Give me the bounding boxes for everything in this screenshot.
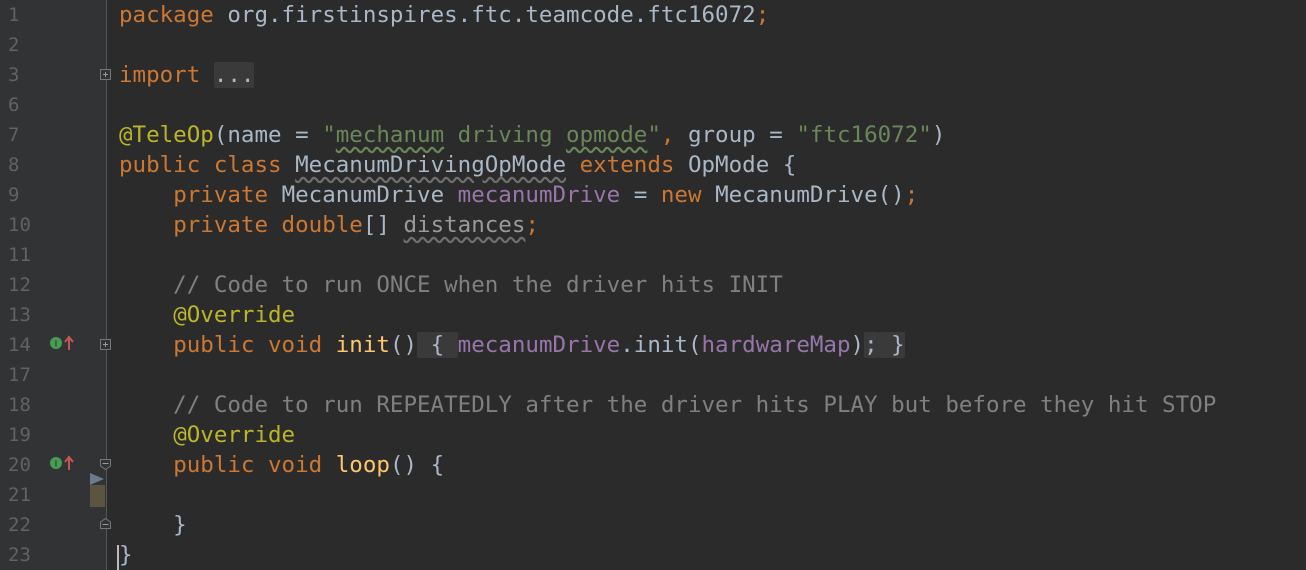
class-name: MecanumDrivingOpMode: [295, 152, 567, 178]
line-number: 14: [8, 334, 31, 356]
code-text: group =: [674, 122, 797, 148]
fold-toggle-icon[interactable]: [100, 518, 111, 529]
svg-text:I: I: [55, 340, 58, 350]
string: ": [647, 122, 661, 148]
line-number: 8: [8, 154, 20, 176]
annotation: @TeleOp: [119, 122, 214, 148]
closing-brace: }: [119, 542, 133, 568]
line-number: 3: [8, 64, 20, 86]
semicolon: ;: [864, 332, 878, 358]
keyword: new: [660, 182, 716, 208]
code-text: (name =: [213, 122, 323, 148]
line-number: 13: [8, 304, 31, 326]
code-line: private MecanumDrive mecanumDrive = new …: [119, 180, 918, 210]
type-name: MecanumDrive: [281, 182, 458, 208]
keyword: extends: [566, 152, 688, 178]
string-typo: opmode: [566, 122, 648, 148]
line-number: 6: [8, 94, 20, 116]
line-number: 20: [8, 454, 31, 476]
code-editor[interactable]: 1 2 3 6 7 8 9 10 11 12 13 14 17 18 19 20…: [0, 0, 1306, 570]
string: "ftc16072": [796, 122, 932, 148]
string: driving: [444, 122, 567, 148]
field-name: hardwareMap: [701, 332, 851, 358]
annotation: @Override: [173, 422, 296, 448]
keyword: import: [119, 62, 201, 88]
keyword: private: [173, 182, 282, 208]
folded-brace[interactable]: {: [417, 332, 458, 358]
svg-text:I: I: [55, 460, 58, 470]
editor-gutter[interactable]: 1 2 3 6 7 8 9 10 11 12 13 14 17 18 19 20…: [0, 0, 111, 570]
code-text: []: [362, 212, 404, 238]
line-number: 12: [8, 274, 31, 296]
string: ": [322, 122, 336, 148]
keyword: package: [119, 2, 214, 28]
line-number: 22: [8, 514, 31, 536]
comment: // Code to run REPEATEDLY after the driv…: [119, 392, 1217, 418]
text-caret: [117, 545, 119, 570]
unused-field: distances: [403, 212, 526, 238]
code-text: OpMode {: [687, 152, 797, 178]
field-name: mecanumDrive: [457, 332, 621, 358]
code-text: ): [850, 332, 865, 358]
code-line: public void loop() {: [119, 450, 444, 480]
keyword: public class: [119, 152, 296, 178]
line-number: 2: [8, 34, 20, 56]
keyword: public void: [173, 452, 336, 478]
package-name: org.firstinspires.ftc.teamcode.ftc16072: [213, 2, 756, 28]
line-number: 7: [8, 124, 20, 146]
code-line: @Override: [119, 300, 295, 330]
fold-toggle-icon[interactable]: [100, 339, 111, 350]
comment: // Code to run ONCE when the driver hits…: [119, 272, 783, 298]
line-number: 17: [8, 364, 31, 386]
line-number: 19: [8, 424, 31, 446]
code-line: package org.firstinspires.ftc.teamcode.f…: [119, 0, 769, 30]
keyword: public void: [173, 332, 336, 358]
fold-toggle-icon[interactable]: [100, 69, 111, 80]
code-text: =: [620, 182, 661, 208]
code-line: private double[] distances;: [119, 210, 539, 240]
implements-method-icon[interactable]: I: [48, 455, 76, 471]
semicolon: ;: [755, 2, 770, 28]
code-text: MecanumDrive(): [715, 182, 905, 208]
closing-brace: }: [119, 512, 187, 538]
semicolon: ;: [525, 212, 539, 238]
code-text: () {: [389, 452, 445, 478]
line-number: 21: [8, 484, 31, 506]
line-number: 9: [8, 184, 20, 206]
line-number: 23: [8, 544, 31, 566]
semicolon: ;: [904, 182, 919, 208]
implements-method-icon[interactable]: I: [48, 335, 76, 351]
method-name: init: [335, 332, 390, 358]
code-text: .init(: [620, 332, 702, 358]
field-name: mecanumDrive: [457, 182, 621, 208]
comma: ,: [660, 122, 675, 148]
code-line: public class MecanumDrivingOpMode extend…: [119, 150, 796, 180]
annotation: @Override: [173, 302, 296, 328]
code-text: ): [931, 122, 946, 148]
change-marker-icon[interactable]: [88, 469, 106, 509]
folded-brace[interactable]: }: [877, 332, 905, 358]
code-line: public void init() { mecanumDrive.init(h…: [119, 330, 905, 360]
line-number: 10: [8, 214, 31, 236]
line-number: 11: [8, 244, 31, 266]
code-line: @Override: [119, 420, 295, 450]
line-number: 18: [8, 394, 31, 416]
line-number: 1: [8, 4, 20, 26]
folded-imports[interactable]: ...: [213, 62, 255, 88]
code-line: import ...: [119, 60, 255, 90]
method-name: loop: [335, 452, 390, 478]
keyword: private double: [173, 212, 363, 238]
code-text: (): [389, 332, 418, 358]
string-typo: mechanum: [335, 122, 445, 148]
code-line: @TeleOp(name = "mechanum driving opmode"…: [119, 120, 945, 150]
